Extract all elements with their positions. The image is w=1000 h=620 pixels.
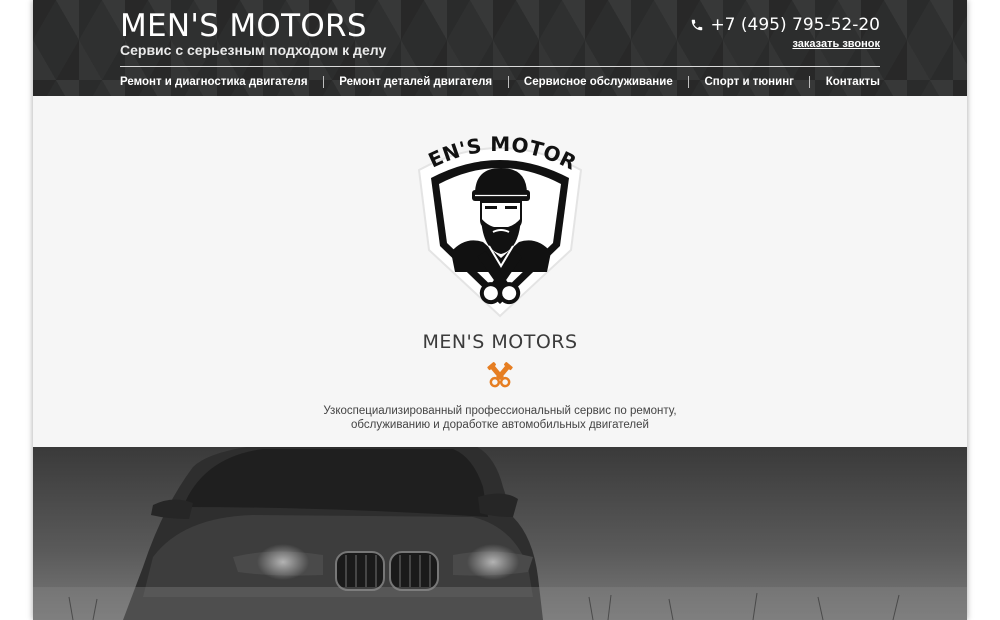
callback-link[interactable]: заказать звонок xyxy=(792,38,880,50)
nav-item-parts-repair[interactable]: Ремонт деталей двигателя xyxy=(339,76,492,88)
mens-motors-logo: MEN'S MOTORS xyxy=(401,113,589,318)
nav-item-engine-repair[interactable]: Ремонт и диагностика двигателя xyxy=(120,76,308,88)
phone-number[interactable]: +7 (495) 795-52-20 xyxy=(690,15,880,35)
hero-description-line: обслуживанию и доработке автомобильных д… xyxy=(351,419,649,431)
nav-separator xyxy=(809,76,811,88)
brand-tagline: Сервис с серьезным подходом к делу xyxy=(120,42,387,58)
page: MEN'S MOTORS Сервис с серьезным подходом… xyxy=(33,0,967,620)
nav-separator xyxy=(322,76,324,88)
nav-item-tuning[interactable]: Спорт и тюнинг xyxy=(704,76,793,88)
nav-item-contacts[interactable]: Контакты xyxy=(826,76,880,88)
crossed-pistons-icon xyxy=(485,361,515,391)
phone-icon xyxy=(690,18,704,32)
car-photo xyxy=(33,447,967,620)
nav-separator xyxy=(507,76,509,88)
hero-description: Узкоспециализированный профессиональный … xyxy=(283,404,717,432)
car-photo-banner xyxy=(33,447,967,620)
hero-description-line: Узкоспециализированный профессиональный … xyxy=(323,405,677,417)
site-header: MEN'S MOTORS Сервис с серьезным подходом… xyxy=(33,0,967,96)
nav-item-service[interactable]: Сервисное обслуживание xyxy=(524,76,673,88)
phone-text: +7 (495) 795-52-20 xyxy=(710,15,880,35)
main-nav: Ремонт и диагностика двигателя Ремонт де… xyxy=(120,75,880,89)
hero-section: MEN'S MOTORS xyxy=(33,96,967,447)
hero-title: MEN'S MOTORS xyxy=(422,331,578,353)
nav-separator xyxy=(688,76,690,88)
nav-divider xyxy=(120,66,880,67)
brand-title[interactable]: MEN'S MOTORS xyxy=(120,8,367,44)
